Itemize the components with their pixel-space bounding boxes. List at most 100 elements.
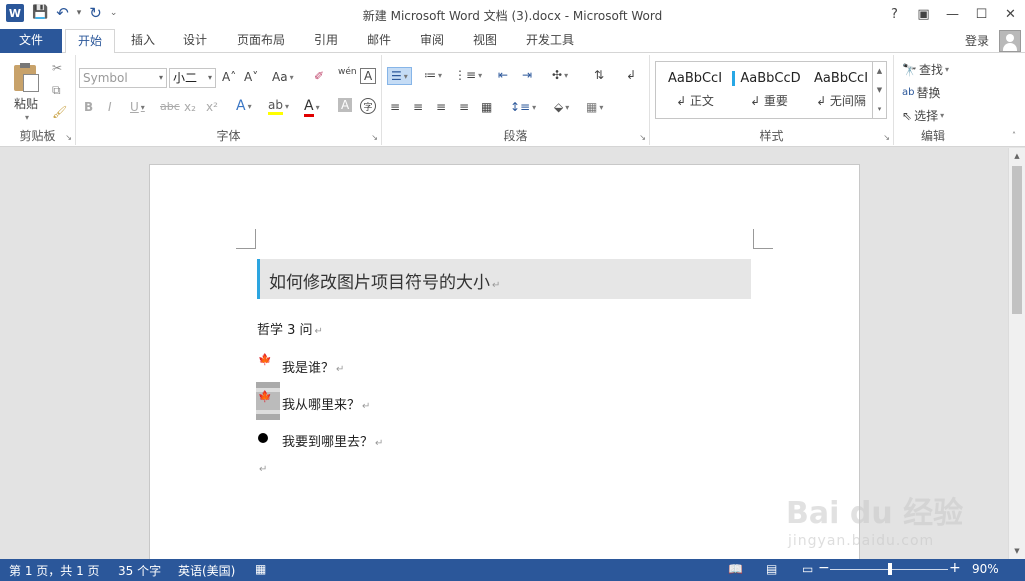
tab-review[interactable]: 审阅 [409, 29, 455, 53]
zoom-level[interactable]: 90% [972, 562, 999, 576]
chinese-layout-icon[interactable]: ✣ ▾ [552, 68, 568, 82]
paste-button[interactable]: 粘贴 [14, 95, 38, 112]
font-color-icon[interactable]: A ▾ [304, 98, 320, 117]
bold-button[interactable]: B [84, 100, 93, 114]
sort-icon[interactable]: ⇅ [594, 68, 604, 82]
show-marks-icon[interactable]: ↲ [626, 68, 636, 82]
macro-record-icon[interactable]: ▦ [255, 562, 266, 576]
style-normal[interactable]: AaBbCcI ↲ 正文 [658, 65, 732, 115]
paragraph-launcher-icon[interactable]: ↘ [639, 133, 646, 142]
shading-icon[interactable]: ⬙ ▾ [554, 100, 569, 114]
italic-button[interactable]: I [108, 100, 112, 114]
language-indicator[interactable]: 英语(美国) [178, 562, 235, 579]
minimize-button[interactable]: — [938, 0, 967, 29]
status-bar: 第 1 页，共 1 页 35 个字 英语(美国) ▦ 📖 ▤ ▭ − + 90% [0, 559, 1025, 581]
more-styles-icon[interactable]: ▾ [878, 105, 882, 113]
tab-developer[interactable]: 开发工具 [518, 29, 582, 53]
enclose-characters-icon[interactable]: 字 [360, 98, 376, 114]
list-item[interactable]: 我是谁？ ↵ [282, 357, 344, 376]
phonetic-guide-button[interactable]: wén [338, 67, 357, 77]
maple-leaf-bullet-icon[interactable]: 🍁 [258, 391, 272, 403]
numbering-button[interactable]: ≔ ▾ [424, 68, 442, 82]
align-center-icon[interactable]: ≡ [413, 100, 423, 114]
heading-block[interactable]: 如何修改图片项目符号的大小 ↵ [257, 259, 751, 299]
maximize-button[interactable]: ☐ [967, 0, 996, 29]
font-size-input[interactable]: 小二 ▾ [169, 68, 216, 88]
list-item[interactable]: 我从哪里来？ ↵ [282, 394, 370, 413]
justify-icon[interactable]: ≡ [459, 100, 469, 114]
vertical-scrollbar[interactable]: ▲ ▼ [1008, 148, 1025, 559]
ribbon-display-button[interactable]: ▣ [909, 0, 938, 29]
select-button[interactable]: ⇖ 选择 ▾ [902, 107, 944, 124]
change-case-button[interactable]: Aa ▾ [272, 70, 294, 84]
style-strong[interactable]: AaBbCcD ↲ 重要 [732, 65, 806, 115]
chevron-down-icon[interactable]: ▼ [877, 86, 882, 94]
strikethrough-button[interactable]: abc [160, 100, 180, 113]
scroll-up-icon[interactable]: ▲ [1009, 148, 1025, 164]
clipboard-launcher-icon[interactable]: ↘ [65, 133, 72, 142]
copy-icon[interactable]: ⧉ [52, 83, 61, 98]
paste-icon[interactable] [12, 63, 42, 93]
decrease-indent-icon[interactable]: ⇤ [498, 68, 508, 82]
highlight-color-icon[interactable]: ab ▾ [268, 98, 289, 115]
character-border-button[interactable]: A [360, 68, 377, 84]
list-item[interactable]: 我要到哪里去？ ↵ [282, 431, 383, 450]
sign-in-link[interactable]: 登录 [965, 32, 989, 49]
tab-home[interactable]: 开始 [65, 29, 115, 54]
tab-references[interactable]: 引用 [303, 29, 349, 53]
print-layout-icon[interactable]: ▤ [766, 562, 777, 576]
close-button[interactable]: ✕ [996, 0, 1025, 29]
window-title: 新建 Microsoft Word 文档 (3).docx - Microsof… [362, 9, 663, 23]
read-mode-icon[interactable]: 📖 [728, 562, 743, 576]
styles-launcher-icon[interactable]: ↘ [883, 133, 890, 142]
subscript-button[interactable]: x₂ [184, 100, 196, 114]
character-shading-icon[interactable]: A [338, 98, 353, 112]
document-page[interactable]: 如何修改图片项目符号的大小 ↵ 哲学 3 问 ↵ 🍁 我是谁？ ↵ 🍁 我从哪里来？ ↵… [149, 164, 860, 559]
clear-formatting-icon[interactable]: ✐ [314, 69, 324, 83]
tab-view[interactable]: 视图 [462, 29, 508, 53]
styles-group-label: 样式 [759, 129, 784, 143]
find-button[interactable]: 🔭 查找 ▾ [902, 61, 949, 78]
web-layout-icon[interactable]: ▭ [802, 562, 813, 576]
page-count[interactable]: 第 1 页，共 1 页 [9, 562, 100, 579]
multilevel-list-button[interactable]: ⋮≡ ▾ [454, 68, 482, 82]
align-left-icon[interactable]: ≡ [390, 100, 400, 114]
help-button[interactable]: ? [880, 0, 909, 29]
text-effects-icon[interactable]: A ▾ [236, 98, 252, 114]
zoom-out-button[interactable]: − [818, 560, 830, 576]
line-spacing-icon[interactable]: ↕≡ ▾ [510, 100, 536, 114]
avatar[interactable] [999, 30, 1021, 52]
superscript-button[interactable]: x² [206, 100, 218, 114]
tab-design[interactable]: 设计 [172, 29, 218, 53]
increase-indent-icon[interactable]: ⇥ [522, 68, 532, 82]
tab-mailings[interactable]: 邮件 [356, 29, 402, 53]
zoom-slider-thumb[interactable] [888, 563, 892, 575]
word-count[interactable]: 35 个字 [118, 562, 161, 579]
empty-paragraph[interactable]: ↵ [257, 461, 267, 476]
align-right-icon[interactable]: ≡ [436, 100, 446, 114]
grow-font-button[interactable]: A˄ [222, 70, 236, 84]
cut-icon[interactable]: ✂ [52, 61, 62, 75]
paragraph-group-label: 段落 [503, 129, 528, 143]
replace-button[interactable]: ab 替换 [902, 84, 941, 101]
scrollbar-thumb[interactable] [1012, 166, 1022, 314]
chevron-up-icon[interactable]: ▲ [877, 67, 882, 75]
underline-button[interactable]: U ▾ [130, 100, 145, 114]
borders-icon[interactable]: ▦ ▾ [586, 100, 603, 114]
bullets-button[interactable]: ☰ ▾ [387, 67, 412, 85]
intro-line[interactable]: 哲学 3 问 ↵ [257, 319, 323, 338]
distributed-icon[interactable]: ▦ [481, 100, 492, 114]
tab-layout[interactable]: 页面布局 [228, 29, 294, 53]
tab-insert[interactable]: 插入 [120, 29, 166, 53]
tab-file[interactable]: 文件 [0, 29, 62, 53]
format-painter-icon[interactable]: 🖌 [52, 105, 67, 119]
collapse-ribbon-icon[interactable]: ˄ [1012, 131, 1016, 140]
styles-gallery-scroll[interactable]: ▲ ▼ ▾ [872, 62, 886, 118]
style-no-spacing[interactable]: AaBbCcI ↲ 无间隔 [804, 65, 878, 115]
paste-dropdown-icon[interactable]: ▾ [25, 113, 29, 122]
scroll-down-icon[interactable]: ▼ [1009, 543, 1025, 559]
shrink-font-button[interactable]: A˅ [244, 70, 258, 84]
zoom-in-button[interactable]: + [949, 560, 961, 576]
font-launcher-icon[interactable]: ↘ [371, 133, 378, 142]
font-name-input[interactable]: Symbol ▾ [79, 68, 167, 88]
